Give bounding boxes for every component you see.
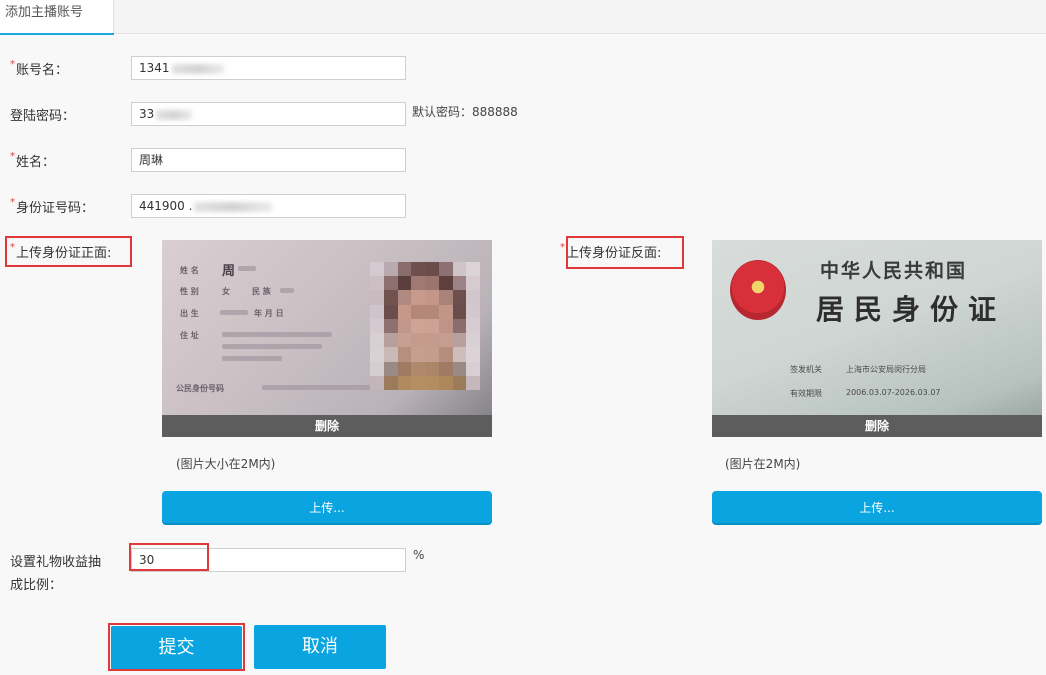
gift-ratio-label-line2: 成比例： bbox=[10, 578, 63, 593]
default-password-hint: 默认密码：888888 bbox=[412, 105, 518, 119]
back-size-hint: (图片在2M内) bbox=[725, 457, 801, 471]
required-mark: * bbox=[10, 151, 15, 162]
required-mark: * bbox=[10, 242, 15, 253]
tab-add-anchor-account[interactable]: 添加主播账号 bbox=[0, 0, 114, 35]
password-label: 登陆密码： bbox=[10, 109, 76, 124]
delete-back-button[interactable]: 删除 bbox=[712, 415, 1042, 437]
name-input[interactable]: 周琳 bbox=[131, 148, 406, 172]
photo-mosaic bbox=[370, 262, 480, 390]
national-emblem-icon bbox=[730, 260, 786, 320]
percent-unit: % bbox=[413, 548, 425, 562]
id-front-label: *上传身份证正面: bbox=[10, 242, 112, 261]
name-label: *姓名： bbox=[10, 151, 56, 170]
id-card-front-image: 姓 名 周 性 别 女 民 族 出 生 年 月 日 住 址 公民身份号码 删除 bbox=[162, 240, 492, 437]
password-input[interactable]: 33 bbox=[131, 102, 406, 126]
upload-back-button[interactable]: 上传... bbox=[712, 491, 1042, 525]
required-mark: * bbox=[10, 197, 15, 208]
id-number-label: *身份证号码： bbox=[10, 197, 95, 216]
gift-ratio-input[interactable]: 30 bbox=[131, 548, 406, 572]
account-name-input[interactable]: 1341 bbox=[131, 56, 406, 80]
cancel-button[interactable]: 取消 bbox=[254, 625, 386, 669]
id-back-label: *上传身份证反面: bbox=[560, 242, 662, 261]
id-number-input[interactable]: 441900 . bbox=[131, 194, 406, 218]
required-mark: * bbox=[10, 59, 15, 70]
account-name-label: *账号名： bbox=[10, 59, 69, 78]
submit-button[interactable]: 提交 bbox=[111, 626, 242, 670]
gift-ratio-label-line1: 设置礼物收益抽 bbox=[10, 555, 102, 570]
upload-front-button[interactable]: 上传... bbox=[162, 491, 492, 525]
front-size-hint: (图片大小在2M内) bbox=[176, 457, 276, 471]
delete-front-button[interactable]: 删除 bbox=[162, 415, 492, 437]
id-card-back-image: 中华人民共和国 居民身份证 签发机关 上海市公安局闵行分局 有效期限 2006.… bbox=[712, 240, 1042, 437]
tab-bar: 添加主播账号 bbox=[0, 0, 1046, 35]
required-mark: * bbox=[560, 242, 565, 253]
